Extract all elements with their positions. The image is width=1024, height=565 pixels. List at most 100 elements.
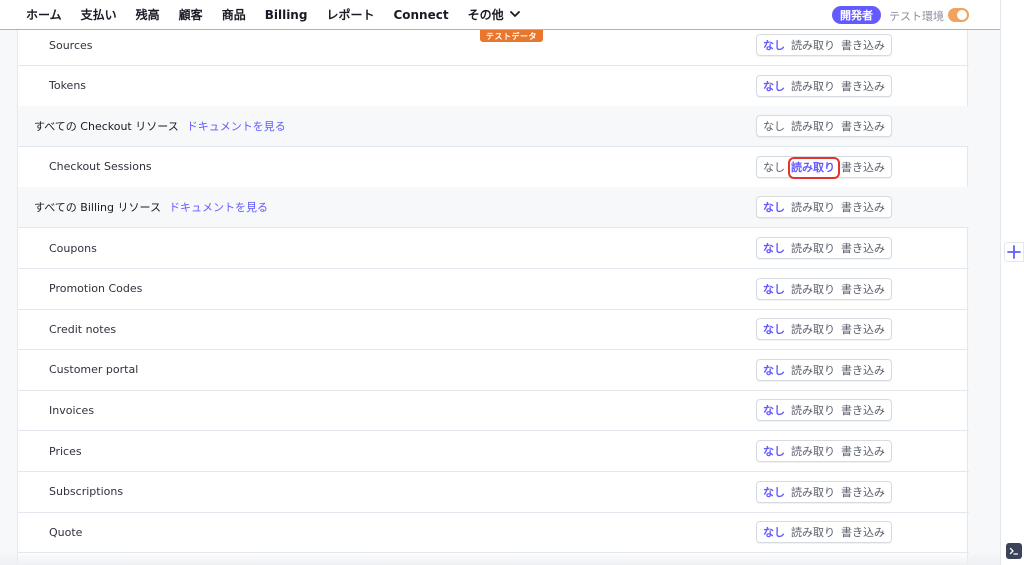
permission-label-text: Invoices	[49, 403, 95, 417]
permission-option-read[interactable]: 読み取り	[791, 322, 835, 338]
nav-products[interactable]: 商品	[222, 6, 246, 23]
permission-label: Checkout Sessions	[49, 160, 152, 173]
permission-option-read[interactable]: 読み取り	[791, 79, 835, 95]
permission-option-write[interactable]: 書き込み	[841, 160, 885, 176]
permission-label-text: Checkout Sessions	[49, 160, 152, 174]
permission-option-none[interactable]: なし	[763, 282, 785, 298]
permission-option-none[interactable]: なし	[763, 485, 785, 501]
permission-label: すべての Billing リソース ドキュメントを見る	[34, 199, 268, 215]
permission-label-text: すべての Billing リソース	[34, 201, 161, 215]
permission-option-write[interactable]: 書き込み	[841, 38, 885, 54]
nav-billing[interactable]: Billing	[265, 8, 308, 22]
permission-selector: なし 読み取り 書き込み	[756, 318, 892, 341]
permission-label: Invoices	[49, 404, 94, 417]
bottom-fade	[0, 552, 1000, 565]
permission-option-read[interactable]: 読み取り	[791, 200, 835, 216]
permission-option-read[interactable]: 読み取り	[791, 363, 835, 379]
permission-option-read[interactable]: 読み取り	[788, 156, 840, 179]
permission-label-text: Prices	[49, 444, 82, 458]
permission-option-none[interactable]: なし	[763, 38, 785, 54]
nav-reports[interactable]: レポート	[326, 6, 374, 23]
permission-option-none[interactable]: なし	[763, 200, 785, 216]
permission-label: Customer portal	[49, 363, 138, 376]
view-docs-link[interactable]: ドキュメントを見る	[169, 201, 268, 214]
permission-option-none[interactable]: なし	[763, 79, 785, 95]
nav-connect[interactable]: Connect	[393, 8, 448, 22]
permission-option-write[interactable]: 書き込み	[841, 200, 885, 216]
test-data-ribbon: テストデータ	[480, 30, 543, 42]
permission-option-none[interactable]: なし	[763, 160, 785, 176]
permission-option-write[interactable]: 書き込み	[841, 241, 885, 257]
permission-label-text: Customer portal	[49, 363, 139, 377]
permission-label-text: Coupons	[49, 241, 97, 255]
permission-option-read[interactable]: 読み取り	[791, 525, 835, 541]
nav-home[interactable]: ホーム	[26, 6, 62, 23]
permission-row: Credit notes なし 読み取り 書き込み	[18, 309, 969, 351]
view-docs-link[interactable]: ドキュメントを見る	[187, 120, 286, 133]
permission-label-text: Subscriptions	[49, 485, 124, 499]
permission-selector: なし 読み取り 書き込み	[756, 399, 892, 422]
permission-option-read[interactable]: 読み取り	[791, 241, 835, 257]
permission-label: Prices	[49, 445, 82, 458]
right-side-strip	[1000, 0, 1024, 565]
plus-icon[interactable]	[1004, 242, 1024, 262]
permission-option-read[interactable]: 読み取り	[791, 485, 835, 501]
nav-payments[interactable]: 支払い	[81, 6, 117, 23]
nav-customers[interactable]: 顧客	[179, 6, 203, 23]
permission-row: Coupons なし 読み取り 書き込み	[18, 228, 969, 269]
permission-label: Coupons	[49, 242, 97, 255]
permission-option-none[interactable]: なし	[763, 403, 785, 419]
permission-option-read[interactable]: 読み取り	[791, 119, 835, 135]
permission-option-write[interactable]: 書き込み	[841, 119, 885, 135]
nav-more-label: その他	[467, 8, 504, 22]
permission-option-write[interactable]: 書き込み	[841, 444, 885, 460]
permission-label: Subscriptions	[49, 485, 123, 498]
permission-selector: なし 読み取り 書き込み	[756, 74, 892, 97]
permission-label-text: すべての Checkout リソース	[34, 120, 179, 134]
permissions-panel: Sources なし 読み取り 書き込み Tokens なし 読み取り 書き込み すべての Ch…	[17, 25, 969, 565]
permission-option-write[interactable]: 書き込み	[841, 485, 885, 501]
nav-balances[interactable]: 残高	[136, 6, 160, 23]
permission-label: Sources	[49, 39, 93, 52]
permission-option-write[interactable]: 書き込み	[841, 403, 885, 419]
permission-label-text: Tokens	[49, 79, 87, 93]
nav-more[interactable]: その他	[468, 6, 520, 23]
permission-row: Quote なし 読み取り 書き込み	[18, 512, 969, 554]
permission-selector: なし 読み取り 書き込み	[756, 115, 892, 138]
permission-option-write[interactable]: 書き込み	[841, 525, 885, 541]
permission-row: Invoices なし 読み取り 書き込み	[18, 390, 969, 432]
permission-option-read[interactable]: 読み取り	[791, 403, 835, 419]
test-mode-toggle[interactable]	[948, 8, 969, 22]
permission-label: Tokens	[49, 79, 86, 92]
terminal-icon[interactable]	[1006, 543, 1022, 559]
permission-option-none[interactable]: なし	[763, 444, 785, 460]
permission-option-read[interactable]: 読み取り	[791, 282, 835, 298]
permission-row: Tokens なし 読み取り 書き込み	[18, 66, 969, 107]
permission-option-read[interactable]: 読み取り	[791, 444, 835, 460]
permission-option-read[interactable]: 読み取り	[791, 38, 835, 54]
permission-option-write[interactable]: 書き込み	[841, 363, 885, 379]
permission-option-write[interactable]: 書き込み	[841, 322, 885, 338]
main-nav: ホーム 支払い 残高 顧客 商品 Billing レポート Connect その…	[26, 6, 520, 23]
permission-label-text: Promotion Codes	[49, 282, 143, 296]
permission-label: Promotion Codes	[49, 282, 142, 295]
permission-option-none[interactable]: なし	[763, 322, 785, 338]
permission-option-none[interactable]: なし	[763, 241, 785, 257]
permission-selector: なし 読み取り 書き込み	[756, 521, 892, 544]
chevron-down-icon	[509, 11, 520, 18]
permission-selector: なし 読み取り 書き込み	[756, 440, 892, 462]
permission-option-write[interactable]: 書き込み	[841, 282, 885, 298]
permission-selector: なし 読み取り 書き込み	[756, 480, 892, 503]
developers-button[interactable]: 開発者	[832, 6, 881, 24]
permission-option-write[interactable]: 書き込み	[841, 79, 885, 95]
permission-selector: なし 読み取り 書き込み	[756, 34, 892, 56]
permission-row: Prices なし 読み取り 書き込み	[18, 431, 969, 472]
permission-label-text: Quote	[49, 525, 83, 539]
permission-selector: なし 読み取り 書き込み	[756, 277, 892, 300]
permission-option-none[interactable]: なし	[763, 525, 785, 541]
permission-group-row: すべての Checkout リソース ドキュメントを見る なし 読み取り 書き込み	[18, 106, 969, 148]
permission-row: Customer portal なし 読み取り 書き込み	[18, 350, 969, 391]
permission-selector: なし 読み取り 書き込み	[756, 237, 892, 259]
permission-option-none[interactable]: なし	[763, 363, 785, 379]
permission-option-none[interactable]: なし	[763, 119, 785, 135]
